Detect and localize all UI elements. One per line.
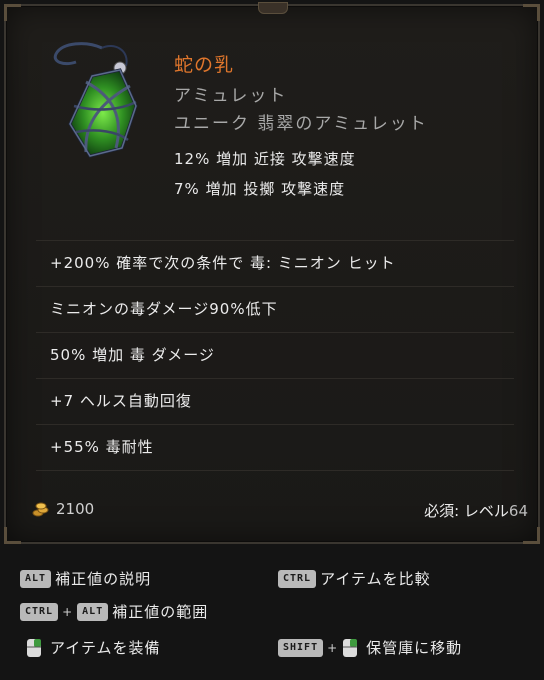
hint-equip-item: アイテムを装備 <box>26 637 161 658</box>
frame-corner <box>4 527 21 544</box>
ctrl-key: CTRL <box>20 602 59 621</box>
requirement-label: 必須: レベル <box>424 502 509 520</box>
shift-key: SHIFT <box>278 638 324 657</box>
right-mouse-button-icon <box>27 638 41 657</box>
modifier-line: +200% 確率で次の条件で 毒: ミニオン ヒット <box>36 240 514 286</box>
right-mouse-button-icon <box>343 638 358 657</box>
modifier-line: +7 ヘルス自動回復 <box>36 378 514 424</box>
frame-corner <box>523 4 540 21</box>
alt-key: ALT <box>77 602 109 621</box>
level-requirement: 必須: レベル64 <box>424 500 528 521</box>
modifier-line: +55% 毒耐性 <box>36 424 514 471</box>
modifier-list: +200% 確率で次の条件で 毒: ミニオン ヒット ミニオンの毒ダメージ90%… <box>36 240 514 471</box>
hint-label: 保管庫に移動 <box>366 639 463 657</box>
ctrl-key: CTRL <box>278 569 317 588</box>
hint-explain-modifiers: ALT 補正値の説明 <box>20 568 151 589</box>
modifier-line: 50% 増加 毒 ダメージ <box>36 332 514 378</box>
hint-label: 補正値の説明 <box>55 570 152 588</box>
gold-value: 2100 <box>32 500 94 518</box>
frame-corner <box>4 4 21 21</box>
hint-label: 補正値の範囲 <box>112 603 209 621</box>
alt-key: ALT <box>20 569 52 588</box>
gold-coins-icon <box>32 502 49 517</box>
frame-ornament <box>258 2 288 14</box>
gold-amount: 2100 <box>56 500 95 518</box>
hint-label: アイテムを比較 <box>320 570 431 588</box>
jade-amulet-icon <box>53 42 138 158</box>
control-hints: ALT 補正値の説明 CTRL アイテムを比較 CTRL + ALT 補正値の範… <box>0 548 544 680</box>
item-tooltip: 蛇の乳 アミュレット ユニーク 翡翠のアミュレット 12% 増加 近接 攻撃速度… <box>4 2 540 544</box>
plus-sign: + <box>62 604 74 619</box>
requirement-level: 64 <box>508 502 528 520</box>
plus-sign: + <box>327 640 339 655</box>
modifier-line: ミニオンの毒ダメージ90%低下 <box>36 286 514 332</box>
item-name: 蛇の乳 <box>174 54 235 76</box>
implicit-modifier: 7% 増加 投擲 攻撃速度 <box>174 180 346 198</box>
hint-modifier-ranges: CTRL + ALT 補正値の範囲 <box>20 601 208 622</box>
hint-label: アイテムを装備 <box>50 639 161 657</box>
hint-move-to-stash: SHIFT + 保管庫に移動 <box>278 637 462 658</box>
frame-corner <box>523 527 540 544</box>
item-base-type: ユニーク 翡翠のアミュレット <box>174 114 428 134</box>
implicit-modifier: 12% 増加 近接 攻撃速度 <box>174 150 356 168</box>
item-type: アミュレット <box>174 86 288 106</box>
hint-compare-item: CTRL アイテムを比較 <box>278 568 431 589</box>
